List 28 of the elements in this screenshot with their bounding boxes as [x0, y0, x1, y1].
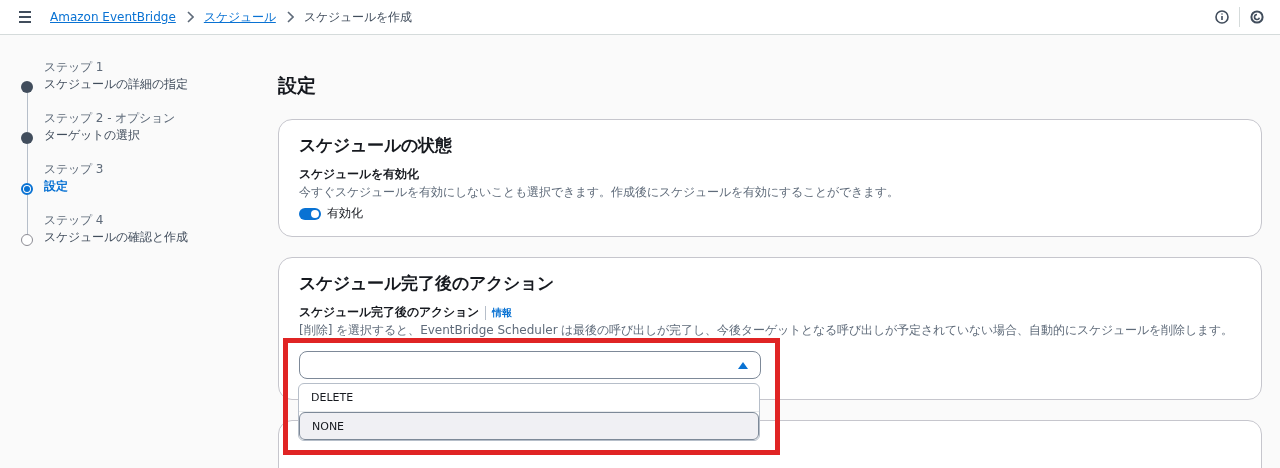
toggle-label: 有効化 — [327, 205, 363, 222]
dropdown-option[interactable]: NONE — [299, 412, 759, 440]
field-label: スケジュールを有効化 — [299, 167, 419, 182]
step-title[interactable]: 設定 — [44, 178, 104, 195]
chevron-icon — [185, 11, 194, 23]
chevron-icon — [285, 11, 294, 23]
breadcrumb-link[interactable]: スケジュール — [203, 8, 276, 26]
step-number: ステップ 4 — [44, 212, 105, 229]
step-number: ステップ 3 — [44, 161, 104, 178]
step-title[interactable]: スケジュールの詳細の指定 — [44, 76, 188, 93]
field-description: [削除] を選択すると、EventBridge Scheduler は最後の呼び出しが完了し、今後ターゲットとなる呼び出しが予定されていない場合、自動的にスケジュールを削除します。 — [299, 322, 1235, 339]
field-label: スケジュール完了後のアクション — [299, 305, 479, 320]
toggle-switch[interactable] — [299, 207, 321, 220]
select-dropdown[interactable] — [299, 351, 761, 379]
info-link[interactable]: 情報 — [485, 305, 512, 320]
card-title: スケジュール完了後のアクション — [299, 272, 555, 295]
step-title[interactable]: ターゲットの選択 — [44, 127, 176, 144]
breadcrumb-link[interactable]: Amazon EventBridge — [50, 10, 176, 24]
breadcrumb-current: スケジュールを作成 — [303, 8, 412, 26]
caret-icon — [738, 361, 748, 369]
step-number: ステップ 1 — [44, 59, 105, 76]
step-number: ステップ 2 - オプション — [44, 110, 176, 127]
menu-icon[interactable] — [18, 11, 32, 23]
field-description: 今すぐスケジュールを有効にしないことも選択できます。作成後にスケジュールを有効にすることができます。 — [299, 184, 900, 201]
card-title: スケジュールの状態 — [299, 134, 453, 157]
info-icon[interactable] — [1215, 10, 1229, 24]
step-title[interactable]: スケジュールの確認と作成 — [44, 229, 188, 246]
page-title: 設定 — [278, 73, 317, 98]
